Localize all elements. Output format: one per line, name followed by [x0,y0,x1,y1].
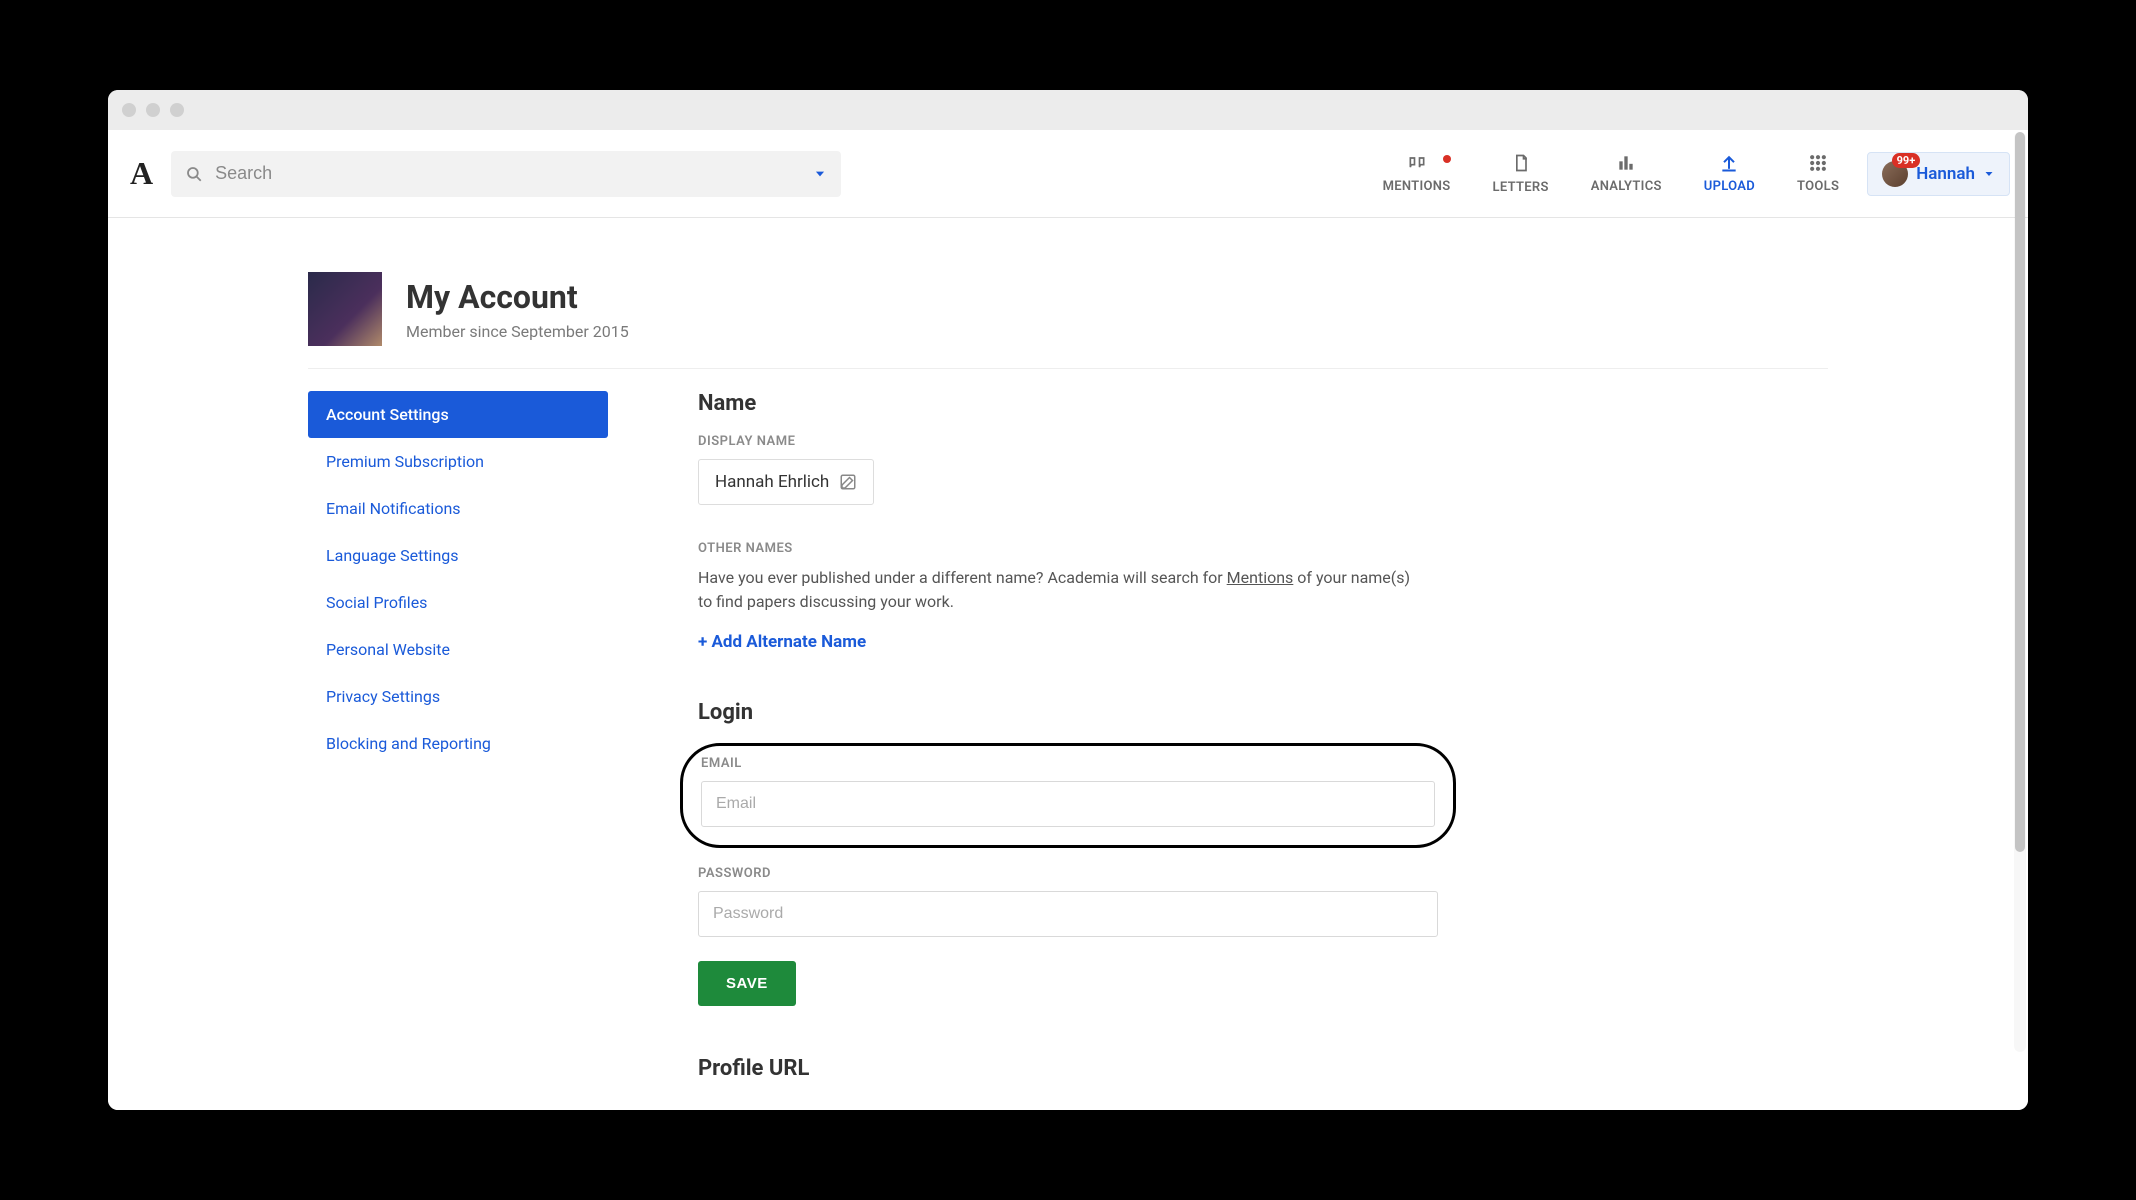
nav-label: TOOLS [1797,179,1839,194]
login-section: Login EMAIL PASSWORD SAVE [698,700,1438,1006]
user-menu[interactable]: 99+ Hannah [1867,152,2010,196]
notification-badge: 99+ [1892,153,1921,168]
page-title: My Account [406,278,629,316]
sidebar-item-premium-subscription[interactable]: Premium Subscription [308,438,608,485]
window-zoom-icon[interactable] [170,103,184,117]
nav-label: LETTERS [1493,180,1549,195]
letters-icon [1511,152,1531,174]
chevron-down-icon [1983,168,1995,180]
search-icon [185,165,203,183]
sidebar-item-blocking-and-reporting[interactable]: Blocking and Reporting [308,720,608,767]
nav-mentions[interactable]: MENTIONS [1369,153,1465,194]
avatar: 99+ [1882,161,1908,187]
window-close-icon[interactable] [122,103,136,117]
password-field-block: PASSWORD [698,866,1438,937]
other-names-help: Have you ever published under a differen… [698,566,1418,614]
sidebar-item-personal-website[interactable]: Personal Website [308,626,608,673]
chevron-down-icon[interactable] [813,167,827,181]
columns: Account Settings Premium Subscription Em… [308,391,1828,1099]
sidebar-item-language-settings[interactable]: Language Settings [308,532,608,579]
analytics-icon [1615,153,1637,173]
other-names-label: OTHER NAMES [698,541,1438,556]
content: My Account Member since September 2015 A… [308,218,1828,1110]
email-input[interactable] [701,781,1435,827]
app-viewport: A MENTIONS [108,130,2028,1110]
member-since: Member since September 2015 [406,322,629,341]
tools-icon [1808,153,1828,173]
section-heading-login: Login [698,700,1438,725]
section-heading-name: Name [698,391,1438,416]
titlebar [108,90,2028,130]
section-heading-profile-url: Profile URL [698,1056,1438,1081]
search-wrapper [171,151,841,197]
scrollbar[interactable] [2014,132,2026,1052]
sidebar-item-email-notifications[interactable]: Email Notifications [308,485,608,532]
nav-label: ANALYTICS [1591,179,1662,194]
sidebar-item-privacy-settings[interactable]: Privacy Settings [308,673,608,720]
profile-url-section: Profile URL [698,1056,1438,1081]
nav-label: UPLOAD [1704,179,1755,194]
edit-icon[interactable] [839,473,857,491]
sidebar-item-account-settings[interactable]: Account Settings [308,391,608,438]
display-name-value: Hannah Ehrlich [715,472,829,492]
page-header: My Account Member since September 2015 [308,272,1828,369]
display-name-label: DISPLAY NAME [698,434,1438,449]
nav-tools[interactable]: TOOLS [1783,153,1853,194]
save-button[interactable]: SAVE [698,961,796,1006]
settings-sidebar: Account Settings Premium Subscription Em… [308,391,608,1099]
nav-letters[interactable]: LETTERS [1479,152,1563,195]
nav-analytics[interactable]: ANALYTICS [1577,153,1676,194]
app-window: A MENTIONS [108,90,2028,1110]
sidebar-item-social-profiles[interactable]: Social Profiles [308,579,608,626]
upload-icon [1718,153,1740,173]
scrollbar-thumb[interactable] [2015,132,2025,852]
email-field-block: EMAIL [680,743,1456,848]
search-input[interactable] [171,151,841,197]
main-panel: Name DISPLAY NAME Hannah Ehrlich OTHER N… [698,391,1438,1099]
display-name-field[interactable]: Hannah Ehrlich [698,459,874,505]
notification-dot-icon [1443,155,1451,163]
user-name: Hannah [1916,164,1975,184]
other-names-block: OTHER NAMES Have you ever published unde… [698,541,1438,652]
mentions-icon [1406,153,1428,173]
topbar: A MENTIONS [108,130,2028,218]
password-input[interactable] [698,891,1438,937]
mentions-link[interactable]: Mentions [1227,568,1294,587]
nav-upload[interactable]: UPLOAD [1690,153,1769,194]
password-label: PASSWORD [698,866,1438,881]
logo-icon[interactable]: A [126,155,157,192]
help-pre: Have you ever published under a differen… [698,568,1227,587]
nav-label: MENTIONS [1383,179,1451,194]
email-label: EMAIL [701,756,1435,771]
window-minimize-icon[interactable] [146,103,160,117]
profile-photo[interactable] [308,272,382,346]
add-alternate-name-button[interactable]: + Add Alternate Name [698,632,866,652]
